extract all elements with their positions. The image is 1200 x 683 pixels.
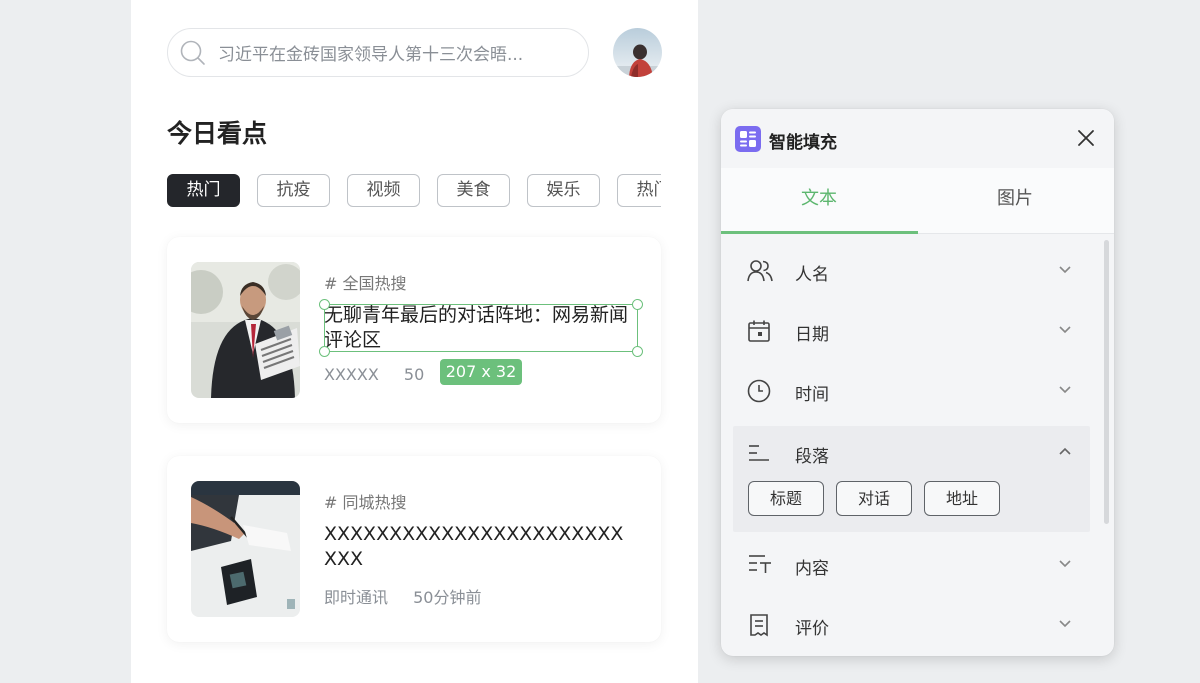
fill-item-label: 段落 bbox=[795, 447, 829, 467]
news-card[interactable]: # 同城热搜 XXXXXXXXXXXXXXXXXXXXXXX XXX 即时通讯 … bbox=[167, 456, 661, 642]
text-content-icon bbox=[749, 555, 771, 573]
fill-item-label: 人名 bbox=[795, 265, 829, 285]
tab-hot-2[interactable]: 热门 bbox=[617, 174, 661, 207]
selection-size-badge: 207 x 32 bbox=[440, 359, 522, 385]
search-bar[interactable]: 习近平在金砖国家领导人第十三次会晤... bbox=[167, 28, 589, 77]
fill-item-date[interactable]: 日期 bbox=[733, 301, 1090, 361]
avatar[interactable] bbox=[613, 28, 662, 77]
subtag-dialogue[interactable]: 对话 bbox=[836, 481, 912, 516]
card-category: # 同城热搜 bbox=[324, 493, 407, 512]
tab-text[interactable]: 文本 bbox=[721, 168, 918, 234]
news-thumbnail bbox=[191, 262, 300, 398]
card-meta: 即时通讯 50分钟前 bbox=[324, 584, 481, 608]
chevron-down-icon[interactable] bbox=[1058, 559, 1072, 568]
chevron-down-icon[interactable] bbox=[1058, 619, 1072, 628]
fill-item-name[interactable]: 人名 bbox=[733, 241, 1090, 301]
card-category: # 全国热搜 bbox=[324, 274, 407, 293]
fill-item-label: 时间 bbox=[795, 385, 829, 405]
chevron-down-icon[interactable] bbox=[1058, 265, 1072, 274]
fill-item-label: 日期 bbox=[795, 325, 829, 345]
fill-item-label: 评价 bbox=[795, 619, 829, 639]
card-source: XXXXX bbox=[324, 365, 379, 384]
tab-entertainment[interactable]: 娱乐 bbox=[527, 174, 600, 207]
smart-fill-panel: 智能填充 文本 图片 人名 日期 时间 段落 标题 对话 地址 内容 评价 bbox=[721, 109, 1114, 656]
avatar-image bbox=[613, 28, 662, 77]
fill-item-time[interactable]: 时间 bbox=[733, 361, 1090, 421]
calendar-icon bbox=[748, 320, 770, 342]
search-icon bbox=[180, 40, 205, 65]
chevron-down-icon[interactable] bbox=[1058, 385, 1072, 394]
paragraph-subtags: 标题 对话 地址 bbox=[748, 481, 1012, 516]
fill-item-review[interactable]: 评价 bbox=[733, 595, 1090, 655]
phone-desk-image bbox=[191, 481, 300, 617]
chevron-up-icon[interactable] bbox=[1058, 447, 1072, 456]
tab-hot[interactable]: 热门 bbox=[167, 174, 240, 207]
paragraph-icon bbox=[749, 445, 769, 461]
smart-fill-logo-icon bbox=[735, 126, 761, 152]
panel-tabs: 文本 图片 bbox=[721, 168, 1114, 234]
panel-header: 智能填充 bbox=[721, 109, 1114, 168]
search-input[interactable]: 习近平在金砖国家领导人第十三次会晤... bbox=[218, 40, 523, 65]
tab-food[interactable]: 美食 bbox=[437, 174, 510, 207]
fill-item-content[interactable]: 内容 bbox=[733, 535, 1090, 595]
subtag-address[interactable]: 地址 bbox=[924, 481, 1000, 516]
section-title: 今日看点 bbox=[167, 119, 268, 148]
category-tabs: 热门抗疫视频美食娱乐热门 bbox=[167, 174, 661, 208]
tab-video[interactable]: 视频 bbox=[347, 174, 420, 207]
tab-image[interactable]: 图片 bbox=[917, 168, 1113, 234]
people-icon bbox=[747, 260, 773, 282]
close-icon[interactable] bbox=[1077, 129, 1095, 147]
chevron-down-icon[interactable] bbox=[1058, 325, 1072, 334]
news-thumbnail bbox=[191, 481, 300, 617]
fill-item-label: 内容 bbox=[795, 559, 829, 579]
card-title[interactable]: 无聊青年最后的对话阵地：网易新闻评论区 bbox=[324, 303, 640, 353]
panel-scrollbar[interactable] bbox=[1104, 240, 1109, 524]
news-card[interactable]: # 全国热搜 无聊青年最后的对话阵地：网易新闻评论区 XXXXX 50 bbox=[167, 237, 661, 423]
news-page: 习近平在金砖国家领导人第十三次会晤... 今日看点 热门抗疫视频美食娱乐热门 bbox=[131, 0, 698, 683]
card-title[interactable]: XXXXXXXXXXXXXXXXXXXXXXX XXX bbox=[324, 522, 640, 572]
card-time: 50分钟前 bbox=[413, 588, 482, 607]
clock-icon bbox=[747, 379, 771, 403]
card-time: 50 bbox=[403, 365, 425, 384]
panel-title: 智能填充 bbox=[769, 133, 837, 153]
tab-antiepidemic[interactable]: 抗疫 bbox=[257, 174, 330, 207]
newspaper-man-image bbox=[191, 262, 300, 398]
panel-body: 人名 日期 时间 段落 标题 对话 地址 内容 评价 bbox=[721, 235, 1114, 656]
card-source: 即时通讯 bbox=[324, 588, 389, 607]
review-icon bbox=[750, 614, 768, 637]
card-meta: XXXXX 50 bbox=[324, 365, 424, 384]
fill-item-paragraph[interactable]: 段落 标题 对话 地址 bbox=[733, 426, 1090, 532]
subtag-heading[interactable]: 标题 bbox=[748, 481, 824, 516]
